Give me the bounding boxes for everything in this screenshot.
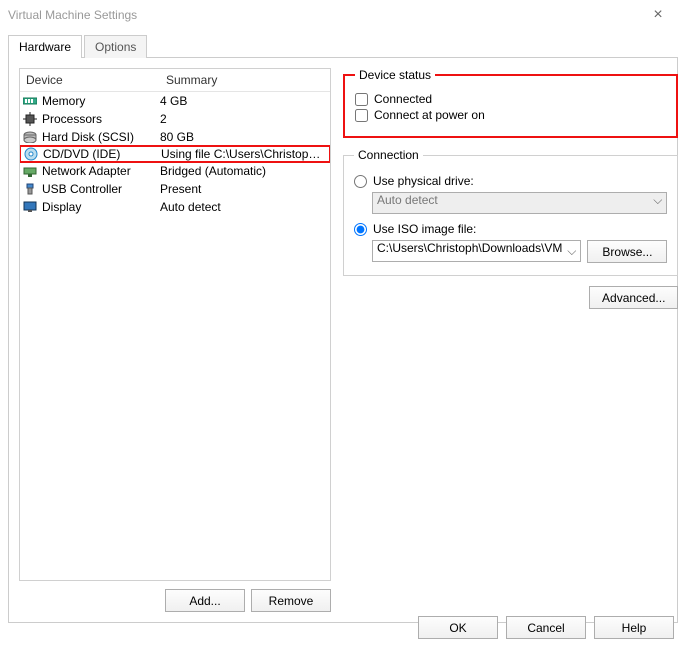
use-physical-label: Use physical drive: [373, 174, 474, 188]
device-row[interactable]: Network AdapterBridged (Automatic) [20, 162, 330, 180]
left-pane: Device Summary Memory4 GBProcessors2Hard… [19, 68, 331, 612]
connected-checkbox[interactable] [355, 93, 368, 106]
browse-button[interactable]: Browse... [587, 240, 667, 263]
device-list: Device Summary Memory4 GBProcessors2Hard… [19, 68, 331, 581]
advanced-row: Advanced... [343, 286, 678, 309]
advanced-button[interactable]: Advanced... [589, 286, 678, 309]
use-iso-label: Use ISO image file: [373, 222, 476, 236]
device-row[interactable]: DisplayAuto detect [20, 198, 330, 216]
device-name: Network Adapter [42, 164, 160, 178]
connect-poweron-label: Connect at power on [374, 108, 485, 122]
vm-settings-window: Virtual Machine Settings × Hardware Opti… [0, 0, 686, 647]
chevron-down-icon: ⌵ [653, 193, 662, 208]
device-row[interactable]: CD/DVD (IDE)Using file C:\Users\Christop… [19, 145, 331, 163]
device-list-rows: Memory4 GBProcessors2Hard Disk (SCSI)80 … [20, 92, 330, 216]
device-summary: 80 GB [160, 130, 328, 144]
dialog-buttons: OK Cancel Help [418, 616, 674, 639]
device-summary: 2 [160, 112, 328, 126]
tab-hardware[interactable]: Hardware [8, 35, 82, 58]
use-physical-row[interactable]: Use physical drive: [354, 174, 667, 188]
iso-path-value: C:\Users\Christoph\Downloads\VM [377, 241, 562, 255]
use-iso-radio[interactable] [354, 223, 367, 236]
tab-content: Device Summary Memory4 GBProcessors2Hard… [8, 57, 678, 623]
device-name: Hard Disk (SCSI) [42, 130, 160, 144]
remove-button[interactable]: Remove [251, 589, 331, 612]
column-summary[interactable]: Summary [160, 69, 330, 91]
chevron-down-icon[interactable]: ⌵ [567, 244, 576, 259]
use-physical-radio[interactable] [354, 175, 367, 188]
close-icon[interactable]: × [638, 6, 678, 24]
iso-path-input[interactable]: C:\Users\Christoph\Downloads\VM ⌵ [372, 240, 581, 262]
tab-options[interactable]: Options [84, 35, 147, 58]
tab-hardware-label: Hardware [19, 40, 71, 54]
connect-poweron-checkbox[interactable] [355, 109, 368, 122]
display-icon [22, 200, 38, 214]
physical-drive-dropdown: Auto detect ⌵ [372, 192, 667, 214]
use-iso-row[interactable]: Use ISO image file: [354, 222, 667, 236]
connected-row[interactable]: Connected [355, 92, 666, 106]
device-name: Memory [42, 94, 160, 108]
device-row[interactable]: USB ControllerPresent [20, 180, 330, 198]
tab-bar: Hardware Options [8, 34, 678, 57]
connection-group: Connection Use physical drive: Auto dete… [343, 148, 678, 276]
device-list-buttons: Add... Remove [19, 581, 331, 612]
device-row[interactable]: Hard Disk (SCSI)80 GB [20, 128, 330, 146]
device-summary: Bridged (Automatic) [160, 164, 328, 178]
window-title: Virtual Machine Settings [8, 8, 638, 22]
tab-options-label: Options [95, 40, 136, 54]
physical-drive-value: Auto detect [377, 193, 438, 207]
right-pane: Device status Connected Connect at power… [343, 68, 678, 612]
add-button[interactable]: Add... [165, 589, 245, 612]
client-area: Hardware Options Device Summary Memory4 … [0, 30, 686, 623]
device-name: Processors [42, 112, 160, 126]
cancel-button[interactable]: Cancel [506, 616, 586, 639]
connect-poweron-row[interactable]: Connect at power on [355, 108, 666, 122]
connected-label: Connected [374, 92, 432, 106]
titlebar: Virtual Machine Settings × [0, 0, 686, 30]
cpu-icon [22, 112, 38, 126]
device-name: USB Controller [42, 182, 160, 196]
device-name: CD/DVD (IDE) [43, 147, 161, 161]
device-list-header: Device Summary [20, 69, 330, 92]
connection-legend: Connection [354, 148, 423, 162]
device-summary: Using file C:\Users\Christoph\D... [161, 147, 327, 161]
disk-icon [22, 130, 38, 144]
device-status-group: Device status Connected Connect at power… [343, 68, 678, 138]
help-button[interactable]: Help [594, 616, 674, 639]
device-name: Display [42, 200, 160, 214]
column-device[interactable]: Device [20, 69, 160, 91]
memory-icon [22, 94, 38, 108]
device-row[interactable]: Processors2 [20, 110, 330, 128]
device-summary: 4 GB [160, 94, 328, 108]
device-summary: Present [160, 182, 328, 196]
device-row[interactable]: Memory4 GB [20, 92, 330, 110]
cd-icon [23, 147, 39, 161]
physical-drive-row: Auto detect ⌵ [354, 192, 667, 214]
ok-button[interactable]: OK [418, 616, 498, 639]
usb-icon [22, 182, 38, 196]
iso-path-row: C:\Users\Christoph\Downloads\VM ⌵ Browse… [354, 240, 667, 263]
device-summary: Auto detect [160, 200, 328, 214]
device-status-legend: Device status [355, 68, 435, 82]
network-icon [22, 164, 38, 178]
